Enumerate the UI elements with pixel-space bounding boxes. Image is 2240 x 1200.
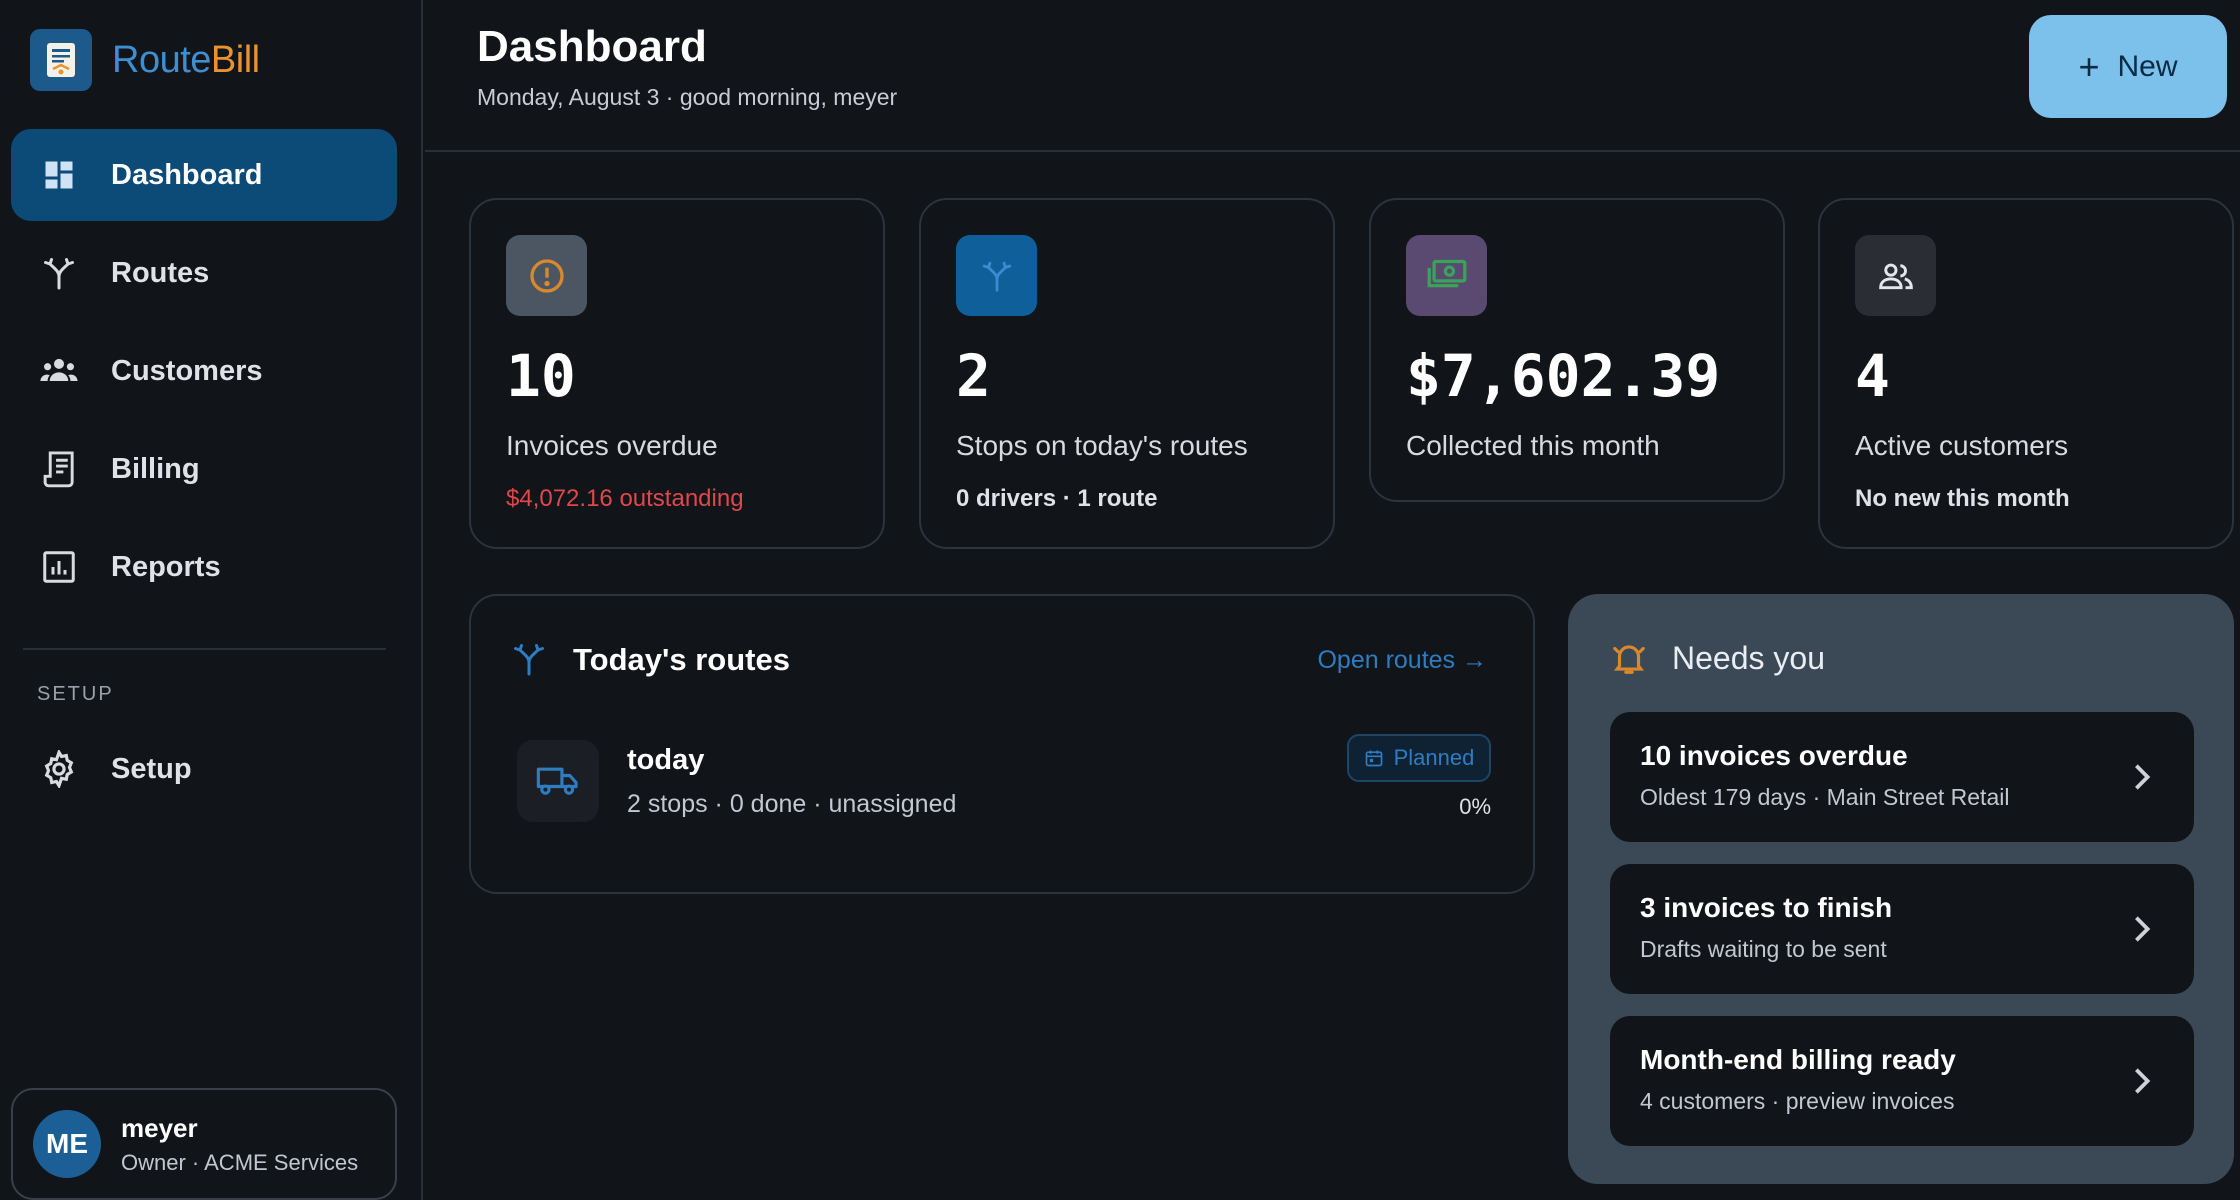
page-header: Dashboard Monday, August 3 · good mornin… [425, 0, 2240, 152]
sidebar-item-label: Routes [111, 256, 210, 289]
billing-icon [37, 447, 81, 491]
stat-value: $7,602.39 [1406, 342, 1721, 410]
needs-item-month-end[interactable]: Month-end billing ready 4 customers · pr… [1610, 1016, 2194, 1146]
page-subtitle: Monday, August 3 · good morning, meyer [477, 84, 898, 110]
route-meta: 2 stops · 0 done · unassigned [627, 790, 957, 818]
needs-item-overdue[interactable]: 10 invoices overdue Oldest 179 days · Ma… [1610, 712, 2194, 842]
page-title: Dashboard [477, 22, 707, 71]
brand[interactable]: RouteBill [30, 29, 260, 91]
stat-label: Stops on today's routes [956, 430, 1248, 461]
gear-icon [37, 747, 81, 791]
route-name: today [627, 744, 705, 776]
stat-note: $4,072.16 outstanding [506, 485, 744, 512]
sidebar-item-routes[interactable]: Routes [11, 227, 397, 319]
sidebar-nav: Dashboard Routes Customers Billing Repor… [11, 129, 397, 619]
stat-label: Active customers [1855, 430, 2069, 461]
needs-you-title: Needs you [1672, 640, 1825, 676]
stat-label: Collected this month [1406, 430, 1660, 461]
money-icon [1406, 235, 1487, 316]
setup-heading: SETUP [37, 683, 114, 705]
calendar-icon [1364, 748, 1384, 768]
user-card[interactable]: ME meyer Owner · ACME Services [11, 1088, 397, 1200]
dashboard-icon [37, 153, 81, 197]
alert-icon [506, 235, 587, 316]
routebill-logo-icon [30, 29, 92, 91]
avatar: ME [33, 1110, 101, 1178]
needs-item-title: Month-end billing ready [1640, 1044, 1956, 1075]
customers-icon [37, 349, 81, 393]
bell-alert-icon [1610, 639, 1648, 682]
new-button-label: New [2117, 49, 2178, 83]
route-progress: 0% [1459, 794, 1491, 819]
sidebar-item-label: Customers [111, 354, 263, 387]
plus-icon: + [2078, 45, 2100, 87]
needs-item-subtitle: 4 customers · preview invoices [1640, 1088, 1955, 1114]
stat-value: 2 [956, 342, 991, 410]
stat-card-stops[interactable]: 2 Stops on today's routes 0 drivers · 1 … [919, 198, 1335, 549]
sidebar-item-label: Setup [111, 752, 192, 785]
sidebar-item-billing[interactable]: Billing [11, 423, 397, 515]
stat-card-invoices-overdue[interactable]: 10 Invoices overdue $4,072.16 outstandin… [469, 198, 885, 549]
reports-icon [37, 545, 81, 589]
needs-item-drafts[interactable]: 3 invoices to finish Drafts waiting to b… [1610, 864, 2194, 994]
chevron-right-icon [2130, 1066, 2154, 1096]
stat-label: Invoices overdue [506, 430, 718, 461]
needs-item-title: 10 invoices overdue [1640, 740, 1908, 771]
needs-item-subtitle: Drafts waiting to be sent [1640, 936, 1887, 962]
new-button[interactable]: + New [2029, 15, 2227, 118]
sidebar-item-label: Reports [111, 550, 221, 583]
stat-value: 4 [1855, 342, 1890, 410]
user-name: meyer [121, 1112, 198, 1143]
sidebar-divider [23, 648, 386, 650]
sidebar-item-dashboard[interactable]: Dashboard [11, 129, 397, 221]
chevron-right-icon [2130, 762, 2154, 792]
needs-you-panel: Needs you 10 invoices overdue Oldest 179… [1568, 594, 2234, 1184]
stat-value: 10 [506, 342, 576, 410]
open-routes-link[interactable]: Open routes → [1317, 646, 1487, 675]
sidebar-item-setup[interactable]: Setup [11, 723, 397, 815]
stat-card-active-customers[interactable]: 4 Active customers No new this month [1818, 198, 2234, 549]
todays-routes-panel: Today's routes Open routes → today 2 sto… [469, 594, 1535, 894]
sidebar-item-customers[interactable]: Customers [11, 325, 397, 417]
stat-card-collected[interactable]: $7,602.39 Collected this month [1369, 198, 1785, 502]
todays-routes-title: Today's routes [573, 642, 790, 677]
brand-name-part1: Route [112, 38, 211, 81]
sidebar: RouteBill Dashboard Routes Customers Bil… [0, 0, 423, 1200]
users-icon [1855, 235, 1936, 316]
sidebar-item-label: Dashboard [111, 158, 263, 191]
routes-icon [511, 640, 547, 683]
routes-icon [956, 235, 1037, 316]
brand-name-part2: Bill [210, 38, 260, 81]
stat-note: No new this month [1855, 485, 2070, 512]
needs-item-title: 3 invoices to finish [1640, 892, 1893, 923]
sidebar-item-reports[interactable]: Reports [11, 521, 397, 613]
brand-name: RouteBill [112, 39, 260, 82]
chevron-right-icon [2130, 914, 2154, 944]
needs-item-subtitle: Oldest 179 days · Main Street Retail [1640, 784, 2010, 810]
route-row[interactable]: today 2 stops · 0 done · unassigned Plan… [517, 734, 1491, 830]
routes-icon [37, 251, 81, 295]
truck-icon [517, 740, 599, 822]
user-role: Owner · ACME Services [121, 1149, 359, 1175]
status-badge-label: Planned [1393, 745, 1475, 770]
sidebar-item-label: Billing [111, 452, 200, 485]
status-badge: Planned [1347, 734, 1491, 782]
stat-note: 0 drivers · 1 route [956, 485, 1158, 512]
